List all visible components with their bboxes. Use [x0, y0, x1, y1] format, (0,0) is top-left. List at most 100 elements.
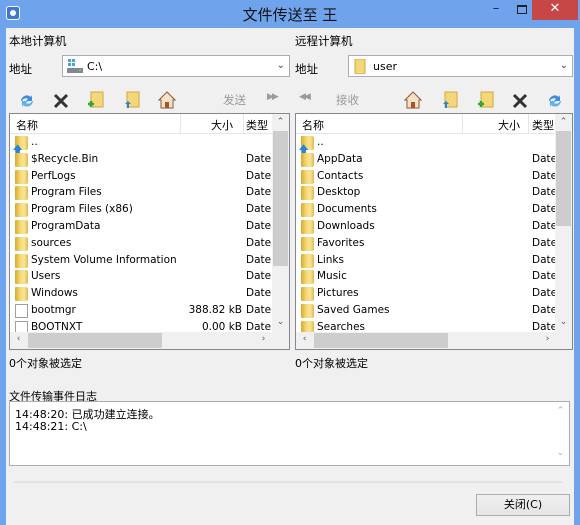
- scroll-thumb[interactable]: [273, 131, 288, 266]
- close-button[interactable]: 关闭(C): [476, 494, 570, 516]
- file-type: Date: [246, 220, 272, 232]
- title-bar[interactable]: 文件传送至 王 – ✕: [0, 0, 580, 28]
- list-item[interactable]: Favorites Date: [296, 236, 558, 253]
- file-type: Date: [532, 320, 558, 333]
- scroll-down-icon[interactable]: ⌄: [555, 317, 572, 327]
- delete-icon[interactable]: [511, 92, 529, 110]
- list-item[interactable]: Music Date: [296, 269, 558, 286]
- scroll-right-icon[interactable]: ›: [255, 334, 272, 344]
- list-item[interactable]: 🡅..: [10, 135, 270, 155]
- remote-address-combo[interactable]: user ⌄: [348, 55, 573, 77]
- list-item[interactable]: 🡅..: [296, 135, 556, 155]
- file-name: Music: [317, 270, 347, 283]
- parent-folder-icon[interactable]: [441, 91, 459, 109]
- list-item[interactable]: Windows Date: [10, 286, 271, 303]
- folder-icon: [354, 59, 366, 74]
- home-icon[interactable]: [158, 91, 176, 109]
- receive-arrow-icon[interactable]: ◀◀: [299, 92, 311, 102]
- close-window-button[interactable]: ✕: [532, 0, 578, 20]
- list-item[interactable]: Pictures Date: [296, 286, 557, 303]
- remote-address-value: user: [373, 60, 397, 73]
- file-name: Program Files: [31, 186, 102, 199]
- remote-file-list[interactable]: 名称 大小 类型 🡅.. AppData Date Contacts Date Deskt…: [295, 113, 573, 350]
- column-type[interactable]: 类型: [532, 117, 554, 133]
- event-log[interactable]: 14:48:20: 已成功建立连接。 14:48:21: C:\ ⌃ ⌄: [9, 401, 570, 466]
- remote-horizontal-scrollbar[interactable]: ‹ ›: [296, 332, 572, 349]
- chevron-down-icon[interactable]: ⌄: [277, 60, 285, 71]
- file-type: Date: [532, 270, 558, 283]
- local-address-combo[interactable]: C:\ ⌄: [62, 55, 290, 77]
- local-horizontal-scrollbar[interactable]: ‹ ›: [10, 332, 289, 349]
- log-vertical-scrollbar[interactable]: ⌃ ⌄: [552, 402, 569, 465]
- list-item[interactable]: Users Date: [10, 269, 271, 286]
- file-name: Searches: [317, 320, 366, 333]
- column-type[interactable]: 类型: [246, 117, 268, 133]
- local-file-list[interactable]: 名称 大小 类型 🡅.. $Recycle.Bin Date PerfLogs Date…: [9, 113, 290, 350]
- list-item[interactable]: AppData Date: [296, 152, 557, 169]
- list-item[interactable]: bootmgr 388.82 kB Date: [10, 303, 271, 320]
- list-item[interactable]: sources Date: [10, 236, 271, 253]
- send-button[interactable]: 发送: [223, 92, 246, 108]
- receive-button[interactable]: 接收: [336, 92, 359, 108]
- scroll-right-icon[interactable]: ›: [539, 334, 556, 344]
- folder-icon: [301, 236, 314, 251]
- new-folder-icon[interactable]: [477, 91, 495, 109]
- column-name[interactable]: 名称: [16, 117, 38, 133]
- folder-icon: [15, 220, 28, 234]
- folder-icon: [15, 253, 28, 268]
- scroll-thumb[interactable]: [556, 131, 571, 226]
- file-name: ..: [317, 136, 324, 148]
- column-size[interactable]: 大小: [211, 117, 233, 133]
- list-item[interactable]: Links Date: [296, 253, 558, 270]
- folder-icon: [301, 270, 314, 285]
- file-name: BOOTNXT: [31, 320, 83, 333]
- minimize-button[interactable]: –: [482, 0, 510, 20]
- parent-folder-icon[interactable]: [123, 91, 141, 109]
- delete-icon[interactable]: [52, 92, 70, 110]
- file-name: ProgramData: [31, 220, 101, 232]
- list-item[interactable]: Program Files Date: [10, 185, 272, 202]
- refresh-icon[interactable]: [546, 92, 564, 110]
- list-item[interactable]: Documents Date: [296, 202, 557, 219]
- local-vertical-scrollbar[interactable]: ⌃ ⌄: [272, 114, 289, 334]
- folder-icon: [15, 152, 28, 167]
- list-item[interactable]: Contacts Date: [296, 169, 557, 186]
- home-icon[interactable]: [404, 91, 422, 109]
- scroll-thumb[interactable]: [28, 333, 162, 348]
- scroll-thumb[interactable]: [314, 333, 448, 348]
- file-type: Date: [532, 253, 558, 266]
- file-type: Date: [246, 253, 272, 266]
- file-type: Date: [532, 236, 558, 249]
- column-name[interactable]: 名称: [302, 117, 324, 133]
- scroll-left-icon[interactable]: ‹: [296, 334, 313, 344]
- file-name: Documents: [317, 203, 377, 216]
- file-name: System Volume Information: [31, 253, 177, 266]
- list-item[interactable]: PerfLogs Date: [10, 169, 272, 186]
- list-item[interactable]: $Recycle.Bin Date: [10, 152, 271, 169]
- send-arrow-icon[interactable]: ▶▶: [267, 92, 279, 102]
- scroll-left-icon[interactable]: ‹: [10, 334, 27, 344]
- scroll-down-icon[interactable]: ⌄: [552, 448, 569, 458]
- remote-vertical-scrollbar[interactable]: ⌃ ⌄: [555, 114, 572, 334]
- new-folder-icon[interactable]: [87, 91, 105, 109]
- list-item[interactable]: Program Files (x86) Date: [10, 202, 271, 219]
- file-name: Pictures: [317, 287, 359, 300]
- file-transfer-window: 文件传送至 王 – ✕ 本地计算机 地址 C:\ ⌄ 发送 ▶▶ 名称 大小 类…: [0, 0, 580, 525]
- list-item[interactable]: Downloads Date: [296, 219, 558, 236]
- list-item[interactable]: ProgramData Date: [10, 219, 272, 236]
- file-type: Date: [246, 169, 272, 182]
- list-item[interactable]: System Volume Information Date: [10, 253, 272, 270]
- scroll-up-icon[interactable]: ⌃: [555, 117, 572, 127]
- scroll-up-icon[interactable]: ⌃: [552, 406, 569, 416]
- chevron-down-icon[interactable]: ⌄: [560, 60, 568, 71]
- scroll-down-icon[interactable]: ⌄: [272, 317, 289, 327]
- file-type: Date: [532, 220, 558, 232]
- list-item[interactable]: Desktop Date: [296, 185, 557, 202]
- column-size[interactable]: 大小: [498, 117, 520, 133]
- list-item[interactable]: Saved Games Date: [296, 303, 557, 320]
- file-name: Contacts: [317, 169, 364, 182]
- local-address-label: 地址: [9, 62, 32, 76]
- file-type: Date: [246, 186, 272, 199]
- scroll-up-icon[interactable]: ⌃: [272, 117, 289, 127]
- refresh-icon[interactable]: [18, 92, 36, 110]
